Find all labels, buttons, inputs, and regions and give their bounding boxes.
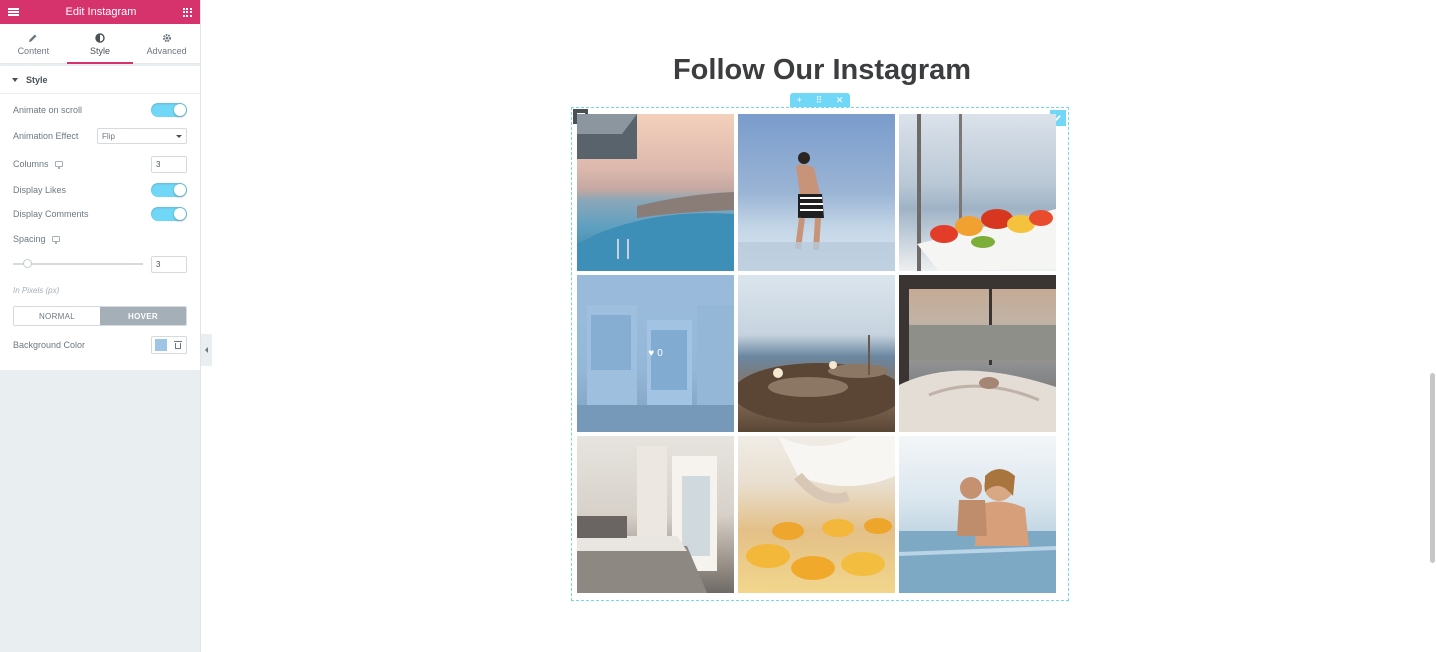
photo-art	[577, 446, 717, 593]
instagram-widget[interactable]: + ⠿ ✕ ♥ 0	[571, 93, 1069, 601]
background-color-label: Background Color	[13, 340, 86, 350]
animation-effect-control: Animation Effect Flip	[0, 126, 200, 146]
collapse-panel-button[interactable]	[201, 334, 212, 366]
desktop-icon[interactable]	[54, 161, 63, 169]
color-swatch[interactable]	[155, 339, 167, 351]
photo-art	[738, 335, 895, 423]
animation-effect-select[interactable]: Flip	[97, 128, 187, 144]
animation-effect-label: Animation Effect	[13, 131, 79, 141]
panel-header: Edit Instagram	[0, 0, 200, 24]
likes-count: 0	[657, 348, 663, 359]
caret-down-icon	[12, 77, 18, 82]
animate-on-scroll-label: Animate on scroll	[13, 105, 83, 115]
contrast-icon	[95, 32, 105, 44]
instagram-photo[interactable]: ♥ 0	[577, 275, 734, 432]
color-picker	[151, 336, 187, 354]
page-scrollbar[interactable]	[1428, 0, 1436, 652]
animate-on-scroll-control: Animate on scroll	[0, 94, 200, 126]
scrollbar-thumb[interactable]	[1430, 373, 1435, 563]
spacing-input[interactable]	[151, 255, 187, 273]
chevron-left-icon	[205, 347, 208, 353]
display-likes-switch[interactable]	[151, 183, 187, 197]
widget-toolbar: + ⠿ ✕	[790, 93, 850, 107]
instagram-photo[interactable]	[577, 114, 734, 271]
unit-hint: In Pixels (px)	[13, 286, 60, 295]
display-comments-label: Display Comments	[13, 209, 89, 219]
spacing-label: Spacing	[13, 234, 46, 244]
gear-icon	[162, 32, 172, 44]
photo-art	[577, 114, 734, 271]
panel-tabs: Content Style Advanced	[0, 24, 200, 64]
instagram-photo[interactable]	[899, 275, 1056, 432]
heart-icon: ♥	[648, 348, 655, 359]
drag-handle-icon[interactable]: ⠿	[816, 95, 823, 105]
hover-overlay: ♥ 0	[577, 275, 734, 432]
background-color-control: Background Color	[0, 326, 200, 364]
animation-effect-value: Flip	[102, 131, 115, 141]
instagram-photo[interactable]	[899, 436, 1056, 593]
spacing-slider[interactable]	[13, 259, 143, 268]
tab-content[interactable]: Content	[0, 24, 67, 63]
display-likes-label: Display Likes	[13, 185, 67, 195]
display-likes-control: Display Likes	[0, 182, 200, 198]
spacing-control: Spacing	[0, 230, 200, 248]
photo-art	[917, 114, 1056, 271]
panel-title: Edit Instagram	[65, 6, 137, 18]
instagram-grid: ♥ 0	[577, 114, 1056, 593]
animate-on-scroll-switch[interactable]	[151, 103, 187, 117]
tab-hover[interactable]: HOVER	[100, 307, 186, 325]
preview-canvas: Follow Our Instagram + ⠿ ✕ ♥ 0	[212, 0, 1436, 652]
section-title: Style	[26, 74, 48, 85]
instagram-photo[interactable]	[738, 114, 895, 271]
section-style-toggle[interactable]: Style	[0, 66, 200, 94]
tab-content-label: Content	[17, 45, 50, 56]
photo-art	[746, 436, 895, 580]
menu-icon[interactable]	[8, 8, 19, 16]
pencil-icon	[28, 32, 38, 44]
photo-art	[899, 469, 1056, 593]
desktop-icon[interactable]	[51, 236, 60, 244]
instagram-photo[interactable]	[577, 436, 734, 593]
page-title: Follow Our Instagram	[672, 54, 972, 86]
panel-body: Style Animate on scroll Animation Effect…	[0, 66, 200, 370]
tab-style-label: Style	[90, 45, 111, 56]
instagram-photo[interactable]	[899, 114, 1056, 271]
photo-art	[738, 152, 895, 271]
spacing-slider-row	[0, 254, 200, 274]
add-icon[interactable]: +	[797, 95, 802, 105]
tab-advanced-label: Advanced	[146, 45, 187, 56]
display-comments-control: Display Comments	[0, 198, 200, 230]
columns-control: Columns	[0, 146, 200, 182]
widgets-grid-icon[interactable]	[182, 7, 192, 17]
tab-advanced[interactable]: Advanced	[133, 24, 200, 63]
columns-input[interactable]	[151, 155, 187, 173]
state-toggle: NORMAL HOVER	[13, 306, 187, 326]
instagram-photo[interactable]	[738, 275, 895, 432]
chevron-down-icon	[176, 134, 182, 138]
editor-panel: Edit Instagram Content Style Advanced St…	[0, 0, 201, 652]
display-comments-switch[interactable]	[151, 207, 187, 221]
trash-icon[interactable]	[174, 340, 182, 350]
instagram-photo[interactable]	[738, 436, 895, 593]
close-icon[interactable]: ✕	[836, 95, 844, 105]
tab-normal[interactable]: NORMAL	[14, 307, 100, 325]
spacing-slider-handle[interactable]	[23, 259, 33, 268]
photo-art	[899, 275, 1056, 432]
columns-label: Columns	[13, 159, 49, 169]
tab-style[interactable]: Style	[66, 24, 134, 64]
